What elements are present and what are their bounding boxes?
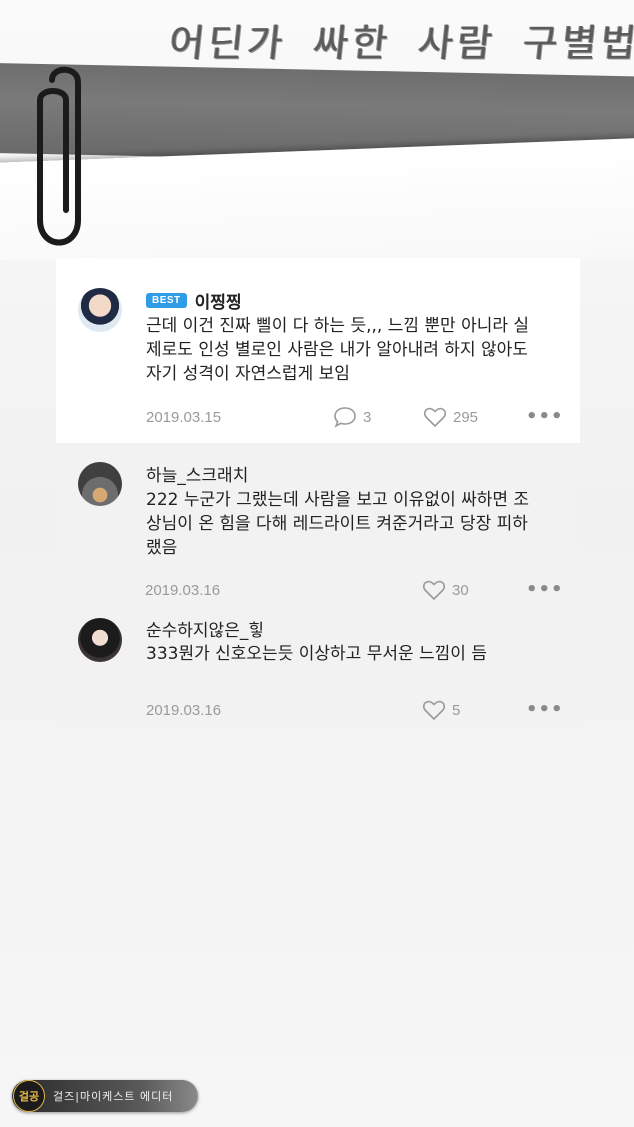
like-button[interactable]: 5 [422, 699, 460, 721]
avatar[interactable] [78, 288, 122, 332]
reply-date: 2019.03.16 [145, 582, 221, 599]
like-count: 5 [452, 701, 461, 719]
reply-line: 랬음 [146, 538, 178, 558]
comment-bubble-icon [334, 407, 356, 428]
more-dots-icon[interactable]: ••• [526, 579, 564, 600]
best-badge: BEST [146, 293, 187, 308]
avatar[interactable] [78, 618, 122, 662]
comment-date: 2019.03.15 [146, 409, 222, 426]
reply-text: 333뭔가 신호오는듯 이상하고 무서운 느낌이 듬 [146, 642, 487, 666]
reply-line: 222 누군가 그랬는데 사람을 보고 이유없이 싸하면 조 [146, 490, 530, 510]
like-button[interactable]: 295 [423, 406, 478, 428]
replies-section: 하늘_스크래치 222 누군가 그랬는데 사람을 보고 이유없이 싸하면 조 상… [56, 443, 580, 728]
username[interactable]: 이찡찡 [195, 288, 242, 313]
comment-line: 근데 이건 진짜 삘이 다 하는 듯,,, 느낌 뿐만 아니라 실 [146, 316, 530, 336]
comment-header: BEST 이찡찡 [146, 288, 242, 313]
heart-icon [423, 407, 447, 428]
reply-header: 순수하지않은_힣 [146, 616, 264, 641]
reply-line: 상님이 온 힘을 다해 레드라이트 켜준거라고 당장 피하 [146, 514, 528, 534]
comment-line: 자기 성격이 자연스럽게 보임 [146, 364, 350, 384]
comment-card: BEST 이찡찡 근데 이건 진짜 삘이 다 하는 듯,,, 느낌 뿐만 아니라… [56, 258, 580, 728]
reply-text: 222 누군가 그랬는데 사람을 보고 이유없이 싸하면 조 상님이 온 힘을 … [146, 488, 529, 560]
like-button[interactable]: 30 [422, 579, 469, 601]
comment-text: 근데 이건 진짜 삘이 다 하는 듯,,, 느낌 뿐만 아니라 실 제로도 인성… [146, 314, 529, 386]
footer-label: 걸즈|마이케스트 에디터 [53, 1090, 174, 1103]
paperclip-icon [37, 66, 81, 246]
heart-icon [422, 700, 446, 721]
reply-button[interactable]: 3 [333, 406, 371, 428]
username[interactable]: 하늘_스크래치 [146, 461, 248, 486]
reply-count: 3 [363, 408, 372, 426]
comment-line: 제로도 인성 별로인 사람은 내가 알아내려 하지 않아도 [146, 340, 528, 360]
heart-icon [422, 580, 446, 601]
reply-date: 2019.03.16 [146, 702, 222, 719]
more-dots-icon[interactable]: ••• [526, 699, 564, 720]
more-dots-icon[interactable]: ••• [526, 406, 564, 427]
like-count: 30 [452, 581, 469, 599]
reply-header: 하늘_스크래치 [146, 461, 248, 486]
page-title: 어딘가 싸한 사람 구별법 [167, 21, 634, 65]
avatar[interactable] [78, 462, 122, 506]
logo-badge: 걸공 [13, 1080, 45, 1112]
footer-logo: 걸공 걸즈|마이케스트 에디터 [12, 1080, 198, 1112]
like-count: 295 [453, 408, 479, 426]
reply-line: 333뭔가 신호오는듯 이상하고 무서운 느낌이 듬 [146, 644, 487, 664]
username[interactable]: 순수하지않은_힣 [146, 616, 264, 641]
